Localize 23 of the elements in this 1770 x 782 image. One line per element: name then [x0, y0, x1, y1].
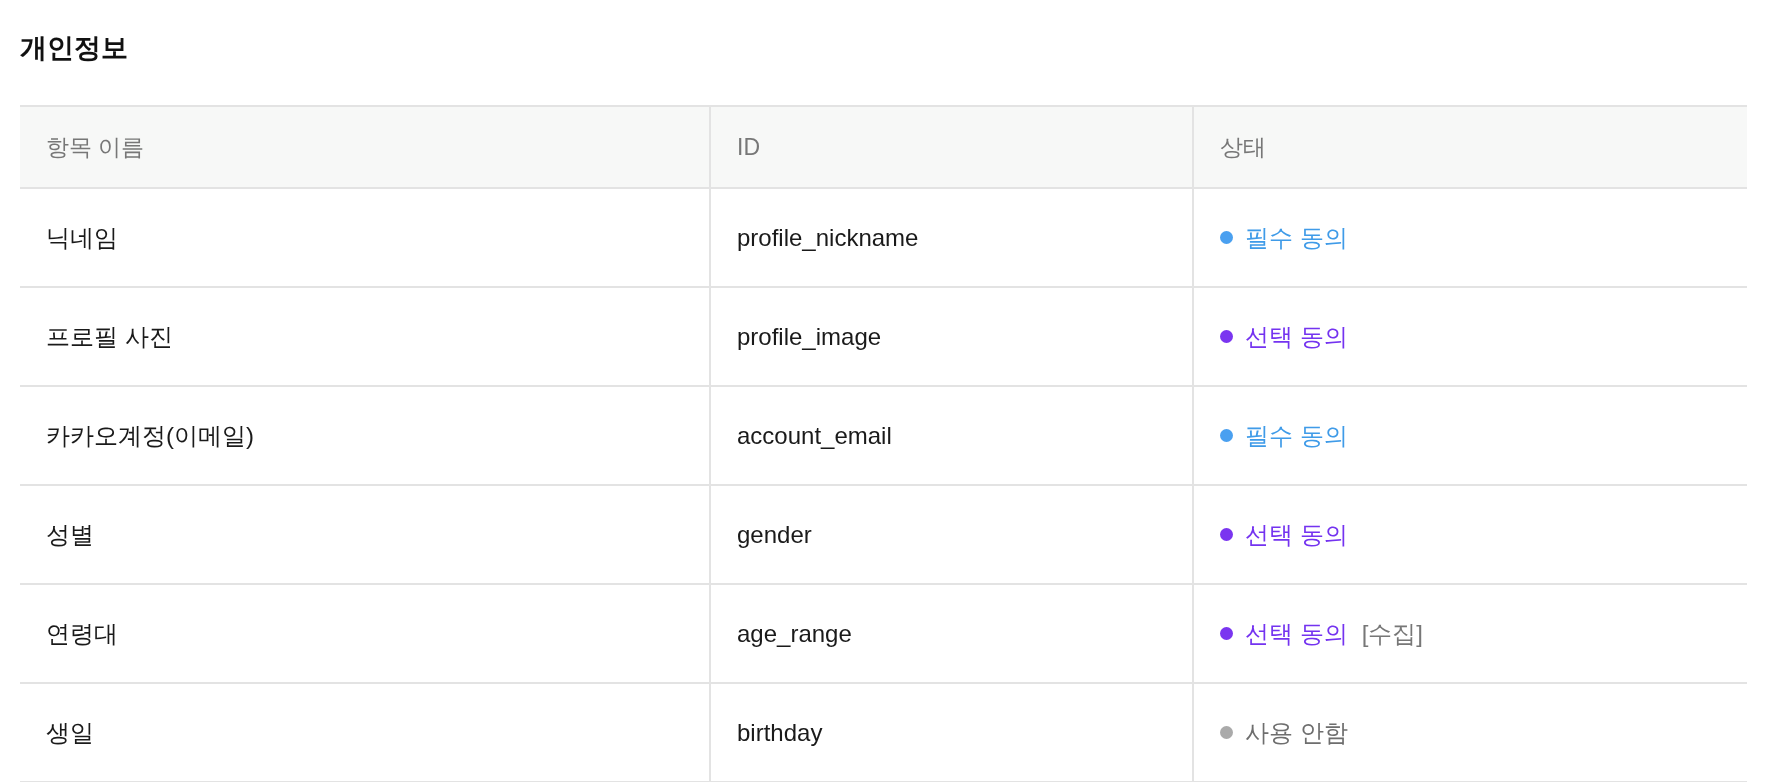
item-id: account_email [737, 421, 892, 450]
item-name: 생일 [46, 717, 94, 748]
status-label: 사용 안함 [1245, 717, 1348, 748]
item-id: age_range [737, 619, 852, 648]
item-name: 성별 [46, 519, 94, 550]
item-name: 연령대 [46, 618, 118, 649]
column-header: ID [737, 133, 760, 161]
status-label: 선택 동의 [1245, 519, 1348, 550]
page-title: 개인정보 [20, 32, 129, 65]
status-label: 필수 동의 [1245, 420, 1348, 451]
status-label: 선택 동의 [1245, 618, 1348, 649]
item-name: 카카오계정(이메일) [46, 420, 254, 451]
item-id: birthday [737, 718, 823, 747]
column-header: 항목 이름 [46, 132, 145, 162]
item-name: 프로필 사진 [46, 321, 173, 352]
status-label: 필수 동의 [1245, 222, 1348, 253]
item-id: profile_image [737, 322, 882, 351]
item-id: gender [737, 520, 812, 549]
status-note: [수집] [1361, 618, 1423, 649]
column-header: 상태 [1220, 132, 1266, 162]
item-id: profile_nickname [737, 223, 919, 252]
status-label: 선택 동의 [1245, 321, 1348, 352]
item-name: 닉네임 [46, 222, 118, 253]
